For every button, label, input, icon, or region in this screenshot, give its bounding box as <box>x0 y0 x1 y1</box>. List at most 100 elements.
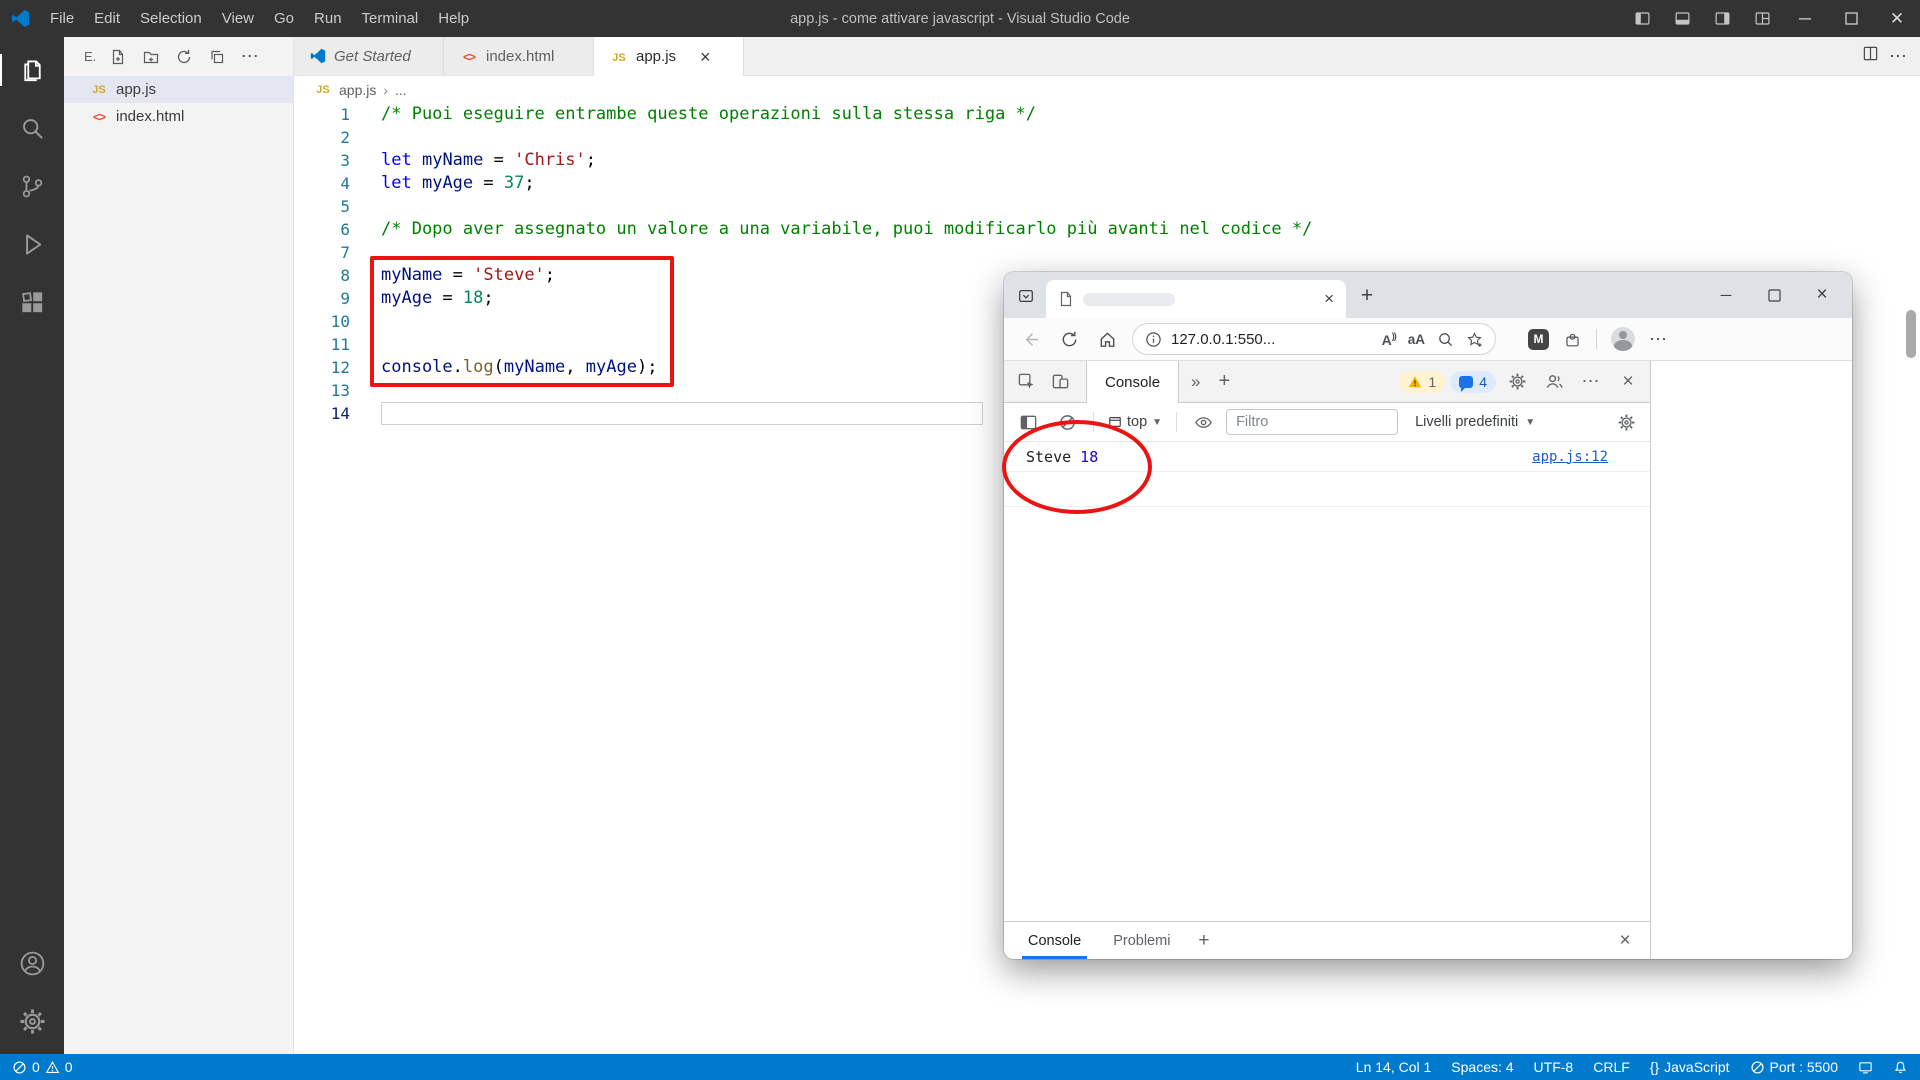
activity-source-control-icon[interactable] <box>0 157 64 215</box>
close-tab-icon[interactable]: × <box>700 48 711 66</box>
log-levels-selector[interactable]: Livelli predefiniti ▼ <box>1415 414 1535 430</box>
toggle-panel-icon[interactable] <box>1662 0 1702 37</box>
address-bar[interactable]: 127.0.0.1:550... A)) aA <box>1132 323 1496 355</box>
browser-window: × + ─ × 127.0.0.1:550... <box>1004 272 1852 959</box>
indentation[interactable]: Spaces: 4 <box>1451 1059 1513 1075</box>
editor-tab-app.js[interactable]: JSapp.js× <box>594 37 744 76</box>
browser-tab[interactable]: × <box>1046 280 1346 318</box>
activity-account-icon[interactable] <box>0 934 64 992</box>
favorites-star-icon[interactable] <box>1466 331 1483 348</box>
editor-tab-index.html[interactable]: <>index.html <box>444 37 594 75</box>
activity-search-icon[interactable] <box>0 99 64 157</box>
split-editor-icon[interactable] <box>1862 45 1879 67</box>
add-drawer-tab-icon[interactable]: + <box>1186 930 1221 952</box>
close-devtools-icon[interactable]: × <box>1612 371 1644 393</box>
web-page-area[interactable] <box>1651 361 1852 959</box>
address-text[interactable]: 127.0.0.1:550... <box>1171 331 1275 348</box>
toggle-secondary-sidebar-icon[interactable] <box>1702 0 1742 37</box>
browser-settings-icon[interactable]: ⋯ <box>1649 329 1668 350</box>
new-tab-button[interactable]: + <box>1352 281 1382 311</box>
close-browser-tab-icon[interactable]: × <box>1324 289 1334 309</box>
people-icon[interactable] <box>1538 366 1570 398</box>
activity-settings-icon[interactable] <box>0 992 64 1050</box>
menu-selection[interactable]: Selection <box>130 0 212 37</box>
extensions-puzzle-icon[interactable] <box>1563 330 1582 349</box>
warnings-badge[interactable]: 1 <box>1399 371 1445 393</box>
minimize-button[interactable]: ─ <box>1782 0 1828 37</box>
code-line-4[interactable]: 4let myAge = 37; <box>294 172 1920 195</box>
close-drawer-icon[interactable]: × <box>1608 930 1642 952</box>
code-text <box>350 402 381 425</box>
breadcrumb[interactable]: JS app.js › ... <box>294 76 1920 103</box>
collapse-folders-icon[interactable] <box>206 46 228 68</box>
home-icon[interactable] <box>1090 322 1124 356</box>
toolbar-divider <box>1596 329 1597 349</box>
browser-close-button[interactable]: × <box>1798 272 1846 318</box>
drawer-tab-console[interactable]: Console <box>1012 922 1097 959</box>
menu-file[interactable]: File <box>40 0 84 37</box>
read-aloud-icon[interactable]: A)) <box>1382 331 1396 348</box>
translate-icon[interactable]: aA <box>1408 332 1425 347</box>
console-filter-input[interactable] <box>1226 409 1398 435</box>
editor-scrollbar-thumb[interactable] <box>1906 310 1916 358</box>
devtools-tab-console[interactable]: Console <box>1086 361 1179 403</box>
menu-run[interactable]: Run <box>304 0 352 37</box>
close-button[interactable]: ✕ <box>1874 0 1920 37</box>
cursor-position[interactable]: Ln 14, Col 1 <box>1356 1059 1432 1075</box>
language-mode[interactable]: {} JavaScript <box>1650 1059 1730 1075</box>
editor-tab-get-started[interactable]: Get Started <box>294 37 444 75</box>
browser-maximize-button[interactable] <box>1750 272 1798 318</box>
m-extension-icon[interactable]: M <box>1528 329 1549 350</box>
editor-more-actions-icon[interactable]: ⋯ <box>1889 46 1908 67</box>
code-line-2[interactable]: 2 <box>294 126 1920 149</box>
code-line-5[interactable]: 5 <box>294 195 1920 218</box>
eol-sequence[interactable]: CRLF <box>1593 1059 1630 1075</box>
problems-indicator[interactable]: 0 0 <box>12 1059 73 1075</box>
customize-layout-icon[interactable] <box>1742 0 1782 37</box>
back-icon[interactable] <box>1014 322 1048 356</box>
new-folder-icon[interactable] <box>140 46 162 68</box>
live-expression-eye-icon[interactable] <box>1187 406 1219 438</box>
code-line-1[interactable]: 1/* Puoi eseguire entrambe queste operaz… <box>294 103 1920 126</box>
file-item-app.js[interactable]: JSapp.js <box>64 76 293 103</box>
messages-badge[interactable]: 4 <box>1450 371 1496 393</box>
maximize-button[interactable] <box>1828 0 1874 37</box>
console-output[interactable]: Steve 18app.js:12 <box>1004 442 1650 921</box>
breadcrumb-rest[interactable]: ... <box>395 82 407 98</box>
menu-go[interactable]: Go <box>264 0 304 37</box>
menu-edit[interactable]: Edit <box>84 0 130 37</box>
zoom-icon[interactable] <box>1437 331 1454 348</box>
breadcrumb-file[interactable]: app.js <box>339 82 376 98</box>
activity-explorer-icon[interactable] <box>0 41 64 99</box>
encoding[interactable]: UTF-8 <box>1534 1059 1574 1075</box>
new-file-icon[interactable] <box>107 46 129 68</box>
menu-terminal[interactable]: Terminal <box>352 0 429 37</box>
devtools-more-icon[interactable]: ⋯ <box>1575 366 1607 398</box>
menu-help[interactable]: Help <box>428 0 479 37</box>
more-tabs-icon[interactable]: » <box>1181 372 1210 392</box>
code-line-3[interactable]: 3let myName = 'Chris'; <box>294 149 1920 172</box>
activity-extensions-icon[interactable] <box>0 273 64 331</box>
browser-minimize-button[interactable]: ─ <box>1702 272 1750 318</box>
console-source-link[interactable]: app.js:12 <box>1532 449 1608 465</box>
inspect-element-icon[interactable] <box>1010 366 1042 398</box>
devtools-settings-gear-icon[interactable] <box>1501 366 1533 398</box>
device-toolbar-icon[interactable] <box>1044 366 1076 398</box>
drawer-tab-problemi[interactable]: Problemi <box>1097 922 1186 959</box>
remote-icon[interactable] <box>1858 1060 1873 1075</box>
live-server-port[interactable]: Port : 5500 <box>1750 1059 1839 1075</box>
add-devtools-tab-icon[interactable]: + <box>1213 370 1237 393</box>
explorer-more-actions-icon[interactable]: ⋯ <box>239 46 261 68</box>
activity-run-and-debug-icon[interactable] <box>0 215 64 273</box>
console-settings-gear-icon[interactable] <box>1610 406 1642 438</box>
site-info-icon[interactable] <box>1145 331 1162 348</box>
code-line-6[interactable]: 6/* Dopo aver assegnato un valore a una … <box>294 218 1920 241</box>
menu-view[interactable]: View <box>212 0 264 37</box>
notifications-bell-icon[interactable] <box>1893 1060 1908 1075</box>
toggle-sidebar-icon[interactable] <box>1622 0 1662 37</box>
profile-avatar[interactable] <box>1611 327 1635 351</box>
refresh-icon[interactable] <box>1052 322 1086 356</box>
tab-actions-menu-icon[interactable] <box>1010 279 1042 313</box>
refresh-explorer-icon[interactable] <box>173 46 195 68</box>
file-item-index.html[interactable]: <>index.html <box>64 103 293 130</box>
